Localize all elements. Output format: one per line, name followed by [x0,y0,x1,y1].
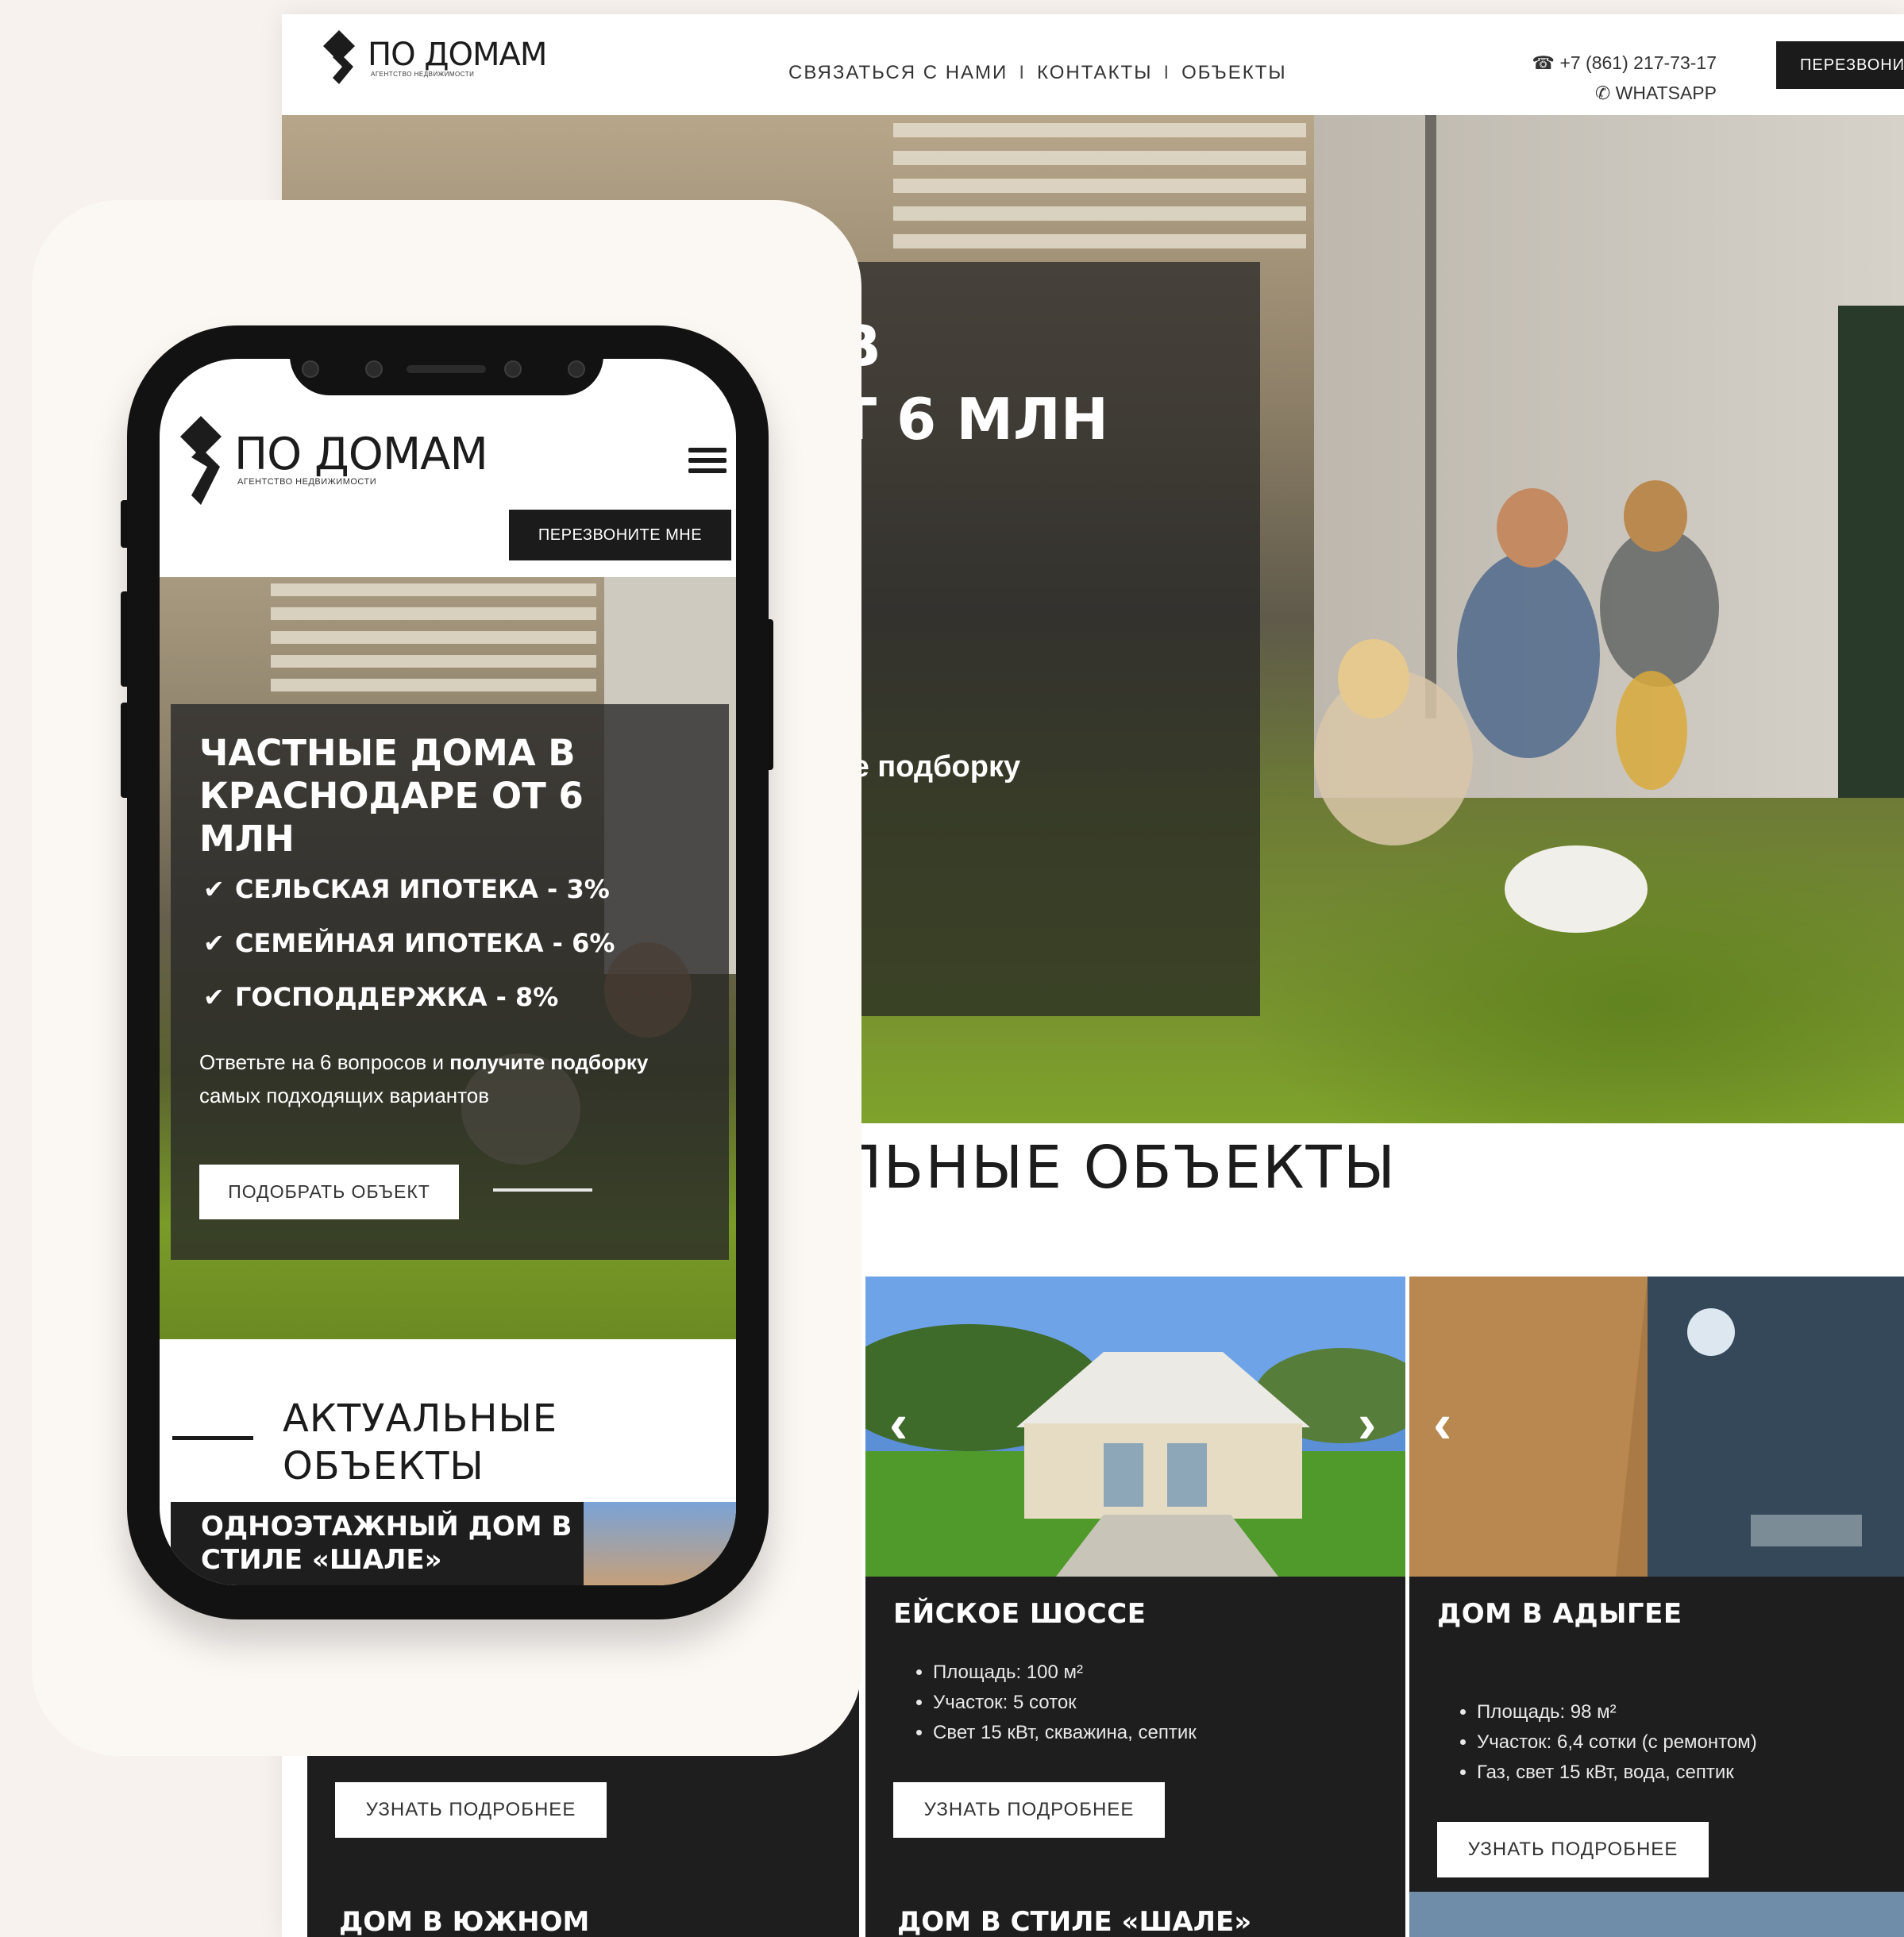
family-child-head [1624,480,1687,552]
benefit-text: ГОСПОДДЕРЖКА - 8% [235,982,559,1012]
phone-notch [290,349,603,395]
pergola-slat [893,179,1306,193]
pergola-slat [893,234,1306,248]
pick-object-button[interactable]: ПОДОБРАТЬ ОБЪЕКТ [199,1165,459,1219]
check-icon: ✔ [203,982,225,1012]
desktop-header: ПО ДОМАМ АГЕНТСТВО НЕДВИЖИМОСТИ СВЯЗАТЬС… [282,14,1904,115]
dog [1505,845,1648,933]
card-feature: Газ, свет 15 кВт, вода, септик [1477,1758,1757,1788]
object-card-title: ДОМ В ЮЖНОМ [307,1892,859,1937]
section-title: АКТУАЛЬНЫЕ ОБЪЕКТЫ [283,1396,558,1488]
benefit-item: ✔ СЕЛЬСКАЯ ИПОТЕКА - 3% [203,874,610,904]
arrow-left-icon[interactable]: ‹ [889,1396,908,1451]
card-feature: Участок: 5 соток [933,1688,1197,1718]
object-card: ‹ ДОМ В АДЫГЕЕ Площадь: 98 м² Участок: 6… [1409,1277,1904,1893]
sensor-dot [568,360,585,378]
camera-dot [365,360,383,378]
phone-icon: ☎ [1532,52,1555,73]
hero-title: ЧАСТНЫЕ ДОМА В КРАСНОДАРЕ ОТ 6 МЛН [199,732,584,860]
callback-button[interactable]: ПЕРЕЗВОНИТ [1776,41,1904,89]
phone-link[interactable]: ☎ +7 (861) 217-73-17 [1532,48,1717,78]
family-father [1457,552,1600,758]
nav-separator: I [1019,62,1026,83]
interior-photo [1409,1277,1904,1577]
card-feature: Площадь: 98 м² [1477,1697,1757,1727]
nav-contacts[interactable]: КОНТАКТЫ [1037,62,1152,84]
drainpipe [1425,115,1436,718]
pergola-slat [271,631,596,644]
learn-more-button[interactable]: УЗНАТЬ ПОДРОБНЕЕ [1437,1822,1709,1877]
pergola-slat [271,679,596,691]
check-icon: ✔ [203,928,225,958]
slider-indicator[interactable] [493,1188,592,1192]
desc-bold: получите подборку [449,1050,649,1074]
family-father-head [1497,488,1568,568]
whatsapp-icon: ✆ [1594,83,1611,103]
section-line [172,1436,253,1440]
object-card: ‹ › ЕЙСКОЕ ШОССЕ Площадь: 100 м² Участок… [865,1277,1405,1893]
card-features: Площадь: 100 м² Участок: 5 соток Свет 15… [893,1658,1197,1748]
desktop-logo[interactable]: ПО ДОМАМ АГЕНТСТВО НЕДВИЖИМОСТИ [315,30,547,86]
logo-text: ПО ДОМАМ [234,429,488,480]
benefit-item: ✔ ГОСПОДДЕРЖКА - 8% [203,982,558,1012]
hero-title: В Т 6 МЛН [838,313,1109,452]
object-card-title: ОДНОЭТАЖНЫЙ ДОМ В СТИЛЕ «ШАЛЕ» [171,1502,584,1585]
benefit-text: СЕМЕЙНАЯ ИПОТЕКА - 6% [235,928,615,958]
benefit-text: СЕЛЬСКАЯ ИПОТЕКА - 3% [235,874,610,904]
object-card-photo [1409,1892,1904,1937]
desc-text: Ответьте на 6 вопросов и [199,1050,450,1074]
pergola-slat [893,206,1306,221]
house-photo [865,1277,1405,1577]
desc-text: самых подходящих вариантов [199,1084,490,1107]
pergola-slat [271,583,596,596]
pergola-slat [893,123,1306,137]
card-features: Площадь: 98 м² Участок: 6,4 сотки (с рем… [1437,1697,1757,1788]
pergola-slat [271,655,596,668]
card-photo [584,1502,736,1585]
logo-text: ПО ДОМАМ [368,36,547,73]
benefit-item: ✔ СЕМЕЙНАЯ ИПОТЕКА - 6% [203,928,615,958]
arrow-left-icon[interactable]: ‹ [1433,1396,1451,1451]
callback-button[interactable]: ПЕРЕЗВОНИТЕ МНЕ [509,510,731,560]
speaker-grille [407,365,486,373]
hero-cta-text: те подборку [838,750,1021,784]
card-photo: ‹ [1409,1277,1904,1577]
desktop-nav: СВЯЗАТЬСЯ С НАМИ I КОНТАКТЫ I ОБЪЕКТЫ [788,62,1287,84]
nav-objects[interactable]: ОБЪЕКТЫ [1181,62,1287,84]
section-title: ЛЬНЫЕ ОБЪЕКТЫ [838,1134,1397,1202]
whatsapp-link[interactable]: ✆ WHATSAPP [1532,78,1717,108]
house-window [1838,306,1904,798]
logo-mark-icon [323,30,355,84]
object-card-title: ДОМ В СТИЛЕ «ШАЛЕ» [865,1892,1405,1937]
nav-contact-us[interactable]: СВЯЗАТЬСЯ С НАМИ [788,62,1008,84]
card-feature: Площадь: 100 м² [933,1658,1197,1688]
card-feature: Свет 15 кВт, скважина, септик [933,1718,1197,1748]
phone-number: +7 (861) 217-73-17 [1559,52,1717,73]
pergola-slat [271,607,596,620]
pergola-slat [893,151,1306,165]
desktop-contacts: ☎ +7 (861) 217-73-17 ✆ WHATSAPP [1532,48,1717,108]
hero-description: Ответьте на 6 вопросов и получите подбор… [199,1046,684,1112]
family-mother-head [1338,639,1409,718]
whatsapp-label: WHATSAPP [1615,83,1717,103]
family-child-shorts [1616,671,1687,790]
card-title: ЕЙСКОЕ ШОССЕ [893,1598,1147,1630]
card-photo: ‹ › [865,1277,1405,1577]
hamburger-menu-icon[interactable] [688,448,727,479]
check-icon: ✔ [203,874,225,904]
card-title: ДОМ В АДЫГЕЕ [1437,1598,1682,1630]
learn-more-button[interactable]: УЗНАТЬ ПОДРОБНЕЕ [335,1782,607,1838]
mobile-screen: ПО ДОМАМ АГЕНТСТВО НЕДВИЖИМОСТИ ПЕРЕЗВОН… [160,359,736,1585]
family-child [1600,528,1719,687]
card-feature: Участок: 6,4 сотки (с ремонтом) [1477,1727,1757,1758]
arrow-right-icon[interactable]: › [1358,1396,1376,1451]
mobile-hero: ЧАСТНЫЕ ДОМА В КРАСНОДАРЕ ОТ 6 МЛН ✔ СЕЛЬ… [160,577,736,1339]
mobile-logo[interactable]: ПО ДОМАМ АГЕНТСТВО НЕДВИЖИМОСТИ [169,416,488,510]
learn-more-button[interactable]: УЗНАТЬ ПОДРОБНЕЕ [893,1782,1165,1838]
sensor-dot [302,360,319,378]
sensor-dot [504,360,522,378]
nav-separator: I [1163,62,1171,83]
logo-mark-icon [180,416,222,505]
